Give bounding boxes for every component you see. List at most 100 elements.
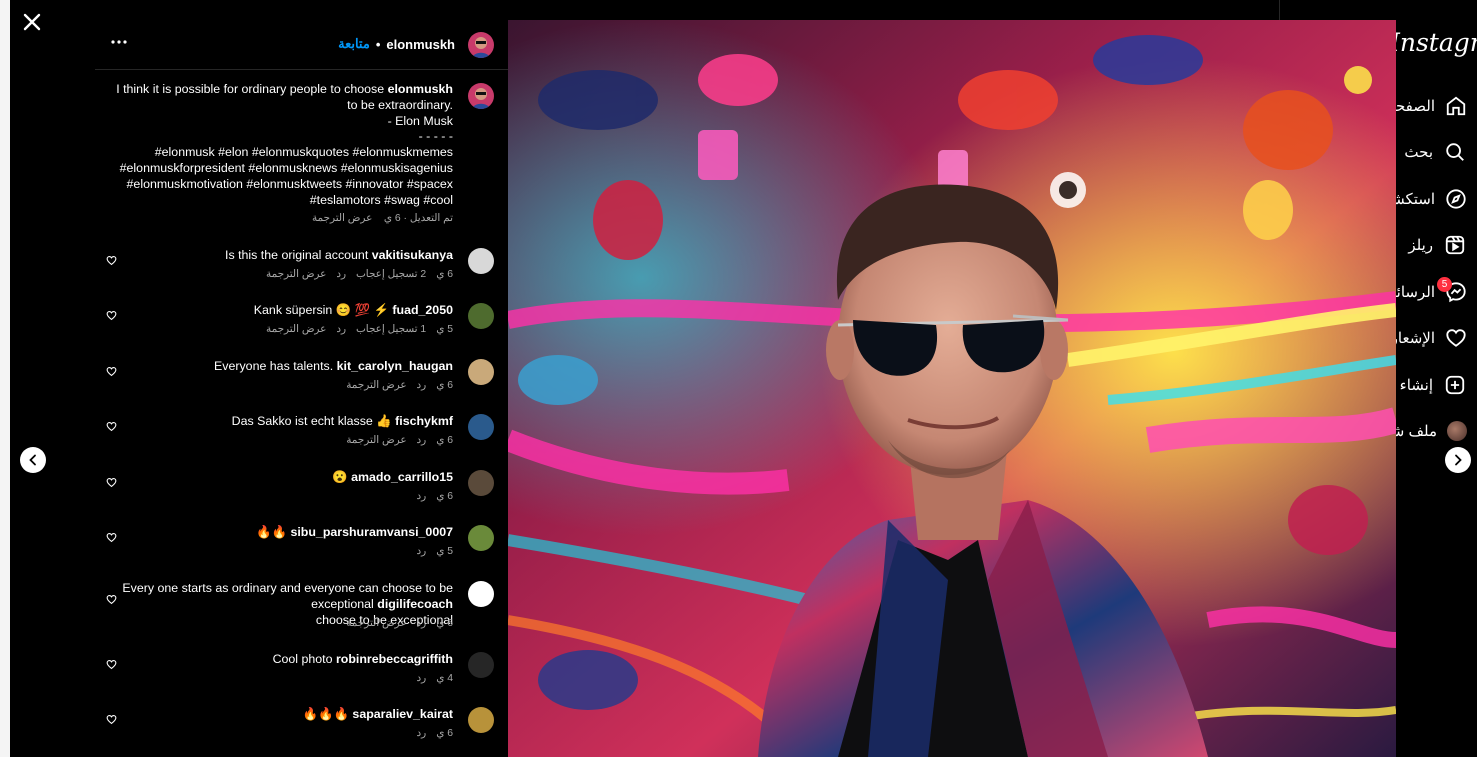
comment-text: 🔥🔥🔥 saparaliev_kairat [303, 707, 453, 723]
commenter-avatar[interactable] [468, 707, 494, 733]
comment-body: Cool photo [272, 652, 333, 666]
instagram-logo[interactable]: Instagram [1390, 28, 1477, 57]
commenter-username[interactable]: fuad_2050 [392, 303, 453, 317]
nav-profile[interactable]: ملف شخصي [1357, 416, 1467, 446]
commenter-username[interactable]: vakitisukanya [372, 248, 453, 262]
commenter-avatar[interactable] [468, 525, 494, 551]
close-icon [23, 13, 41, 31]
like-comment-button[interactable] [105, 254, 117, 266]
reply-button[interactable]: رد [336, 323, 346, 335]
comment-body: Everyone has talents. [214, 359, 334, 373]
nav-reels-label: ريلز [1408, 237, 1433, 254]
heart-icon [1445, 326, 1467, 350]
commenter-avatar[interactable] [468, 414, 494, 440]
post-author-username[interactable]: elonmuskh [386, 37, 455, 52]
commenter-avatar[interactable] [468, 581, 494, 607]
nav-home[interactable]: الصفحة الرئيسية [1332, 91, 1467, 121]
commenter-username[interactable]: amado_carrillo15 [351, 470, 453, 484]
like-comment-button[interactable] [105, 476, 117, 488]
reply-button[interactable]: رد [417, 727, 427, 739]
nav-messages[interactable]: الرسائل [1385, 277, 1467, 307]
comment-text: Is this the original account vakitisukan… [225, 248, 453, 264]
nav-create[interactable]: إنشاء [1397, 370, 1467, 400]
see-translation-button[interactable]: عرض الترجمة [346, 617, 406, 629]
commenter-username[interactable]: fischykmf [395, 414, 453, 428]
caption-username[interactable]: elonmuskh [388, 82, 453, 96]
caption-line: - - - - - [418, 129, 453, 144]
caption-avatar[interactable] [468, 83, 494, 109]
like-comment-button[interactable] [105, 309, 117, 321]
like-comment-button[interactable] [105, 420, 117, 432]
close-button[interactable] [20, 10, 44, 34]
home-icon [1445, 94, 1467, 118]
comment-meta: 6 ي رد [417, 727, 453, 739]
comment-time: 6 ي [436, 268, 453, 280]
reply-button[interactable]: رد [417, 434, 427, 446]
reply-button[interactable]: رد [417, 545, 427, 557]
see-translation-button[interactable]: عرض الترجمة [346, 379, 406, 391]
reply-button[interactable]: رد [417, 379, 427, 391]
comment-meta: 6 ي رد عرض الترجمة [346, 379, 453, 391]
separator-dot: • [375, 36, 381, 52]
heart-icon [106, 532, 116, 542]
see-translation-button[interactable]: عرض الترجمة [346, 434, 406, 446]
reply-button[interactable]: رد [417, 672, 427, 684]
caption-hashtags[interactable]: #teslamotors #swag #cool [113, 193, 453, 209]
commenter-avatar[interactable] [468, 359, 494, 385]
comment-time: 6 ي [436, 617, 453, 629]
post-author-avatar[interactable] [468, 32, 494, 58]
previous-post-button[interactable] [20, 447, 46, 473]
comment-time: 6 ي [436, 490, 453, 502]
more-options-button[interactable] [109, 32, 129, 52]
nav-explore[interactable]: استكشاف [1372, 184, 1467, 214]
top-bar [10, 0, 1477, 20]
comment-time: 5 ي [436, 323, 453, 335]
commenter-username[interactable]: digilifecoach [377, 597, 453, 611]
likes-count[interactable]: 2 تسجيل إعجاب [356, 268, 426, 280]
reply-button[interactable]: رد [417, 617, 427, 629]
next-post-button[interactable] [1445, 447, 1471, 473]
nav-search[interactable]: بحث [1397, 137, 1467, 167]
nav-notifications[interactable]: الإشعارات [1372, 323, 1467, 353]
commenter-username[interactable]: kit_carolyn_haugan [337, 359, 453, 373]
commenter-avatar[interactable] [468, 248, 494, 274]
caption-hashtags[interactable]: #elonmusk #elon #elonmuskquotes #elonmus… [113, 145, 453, 161]
post-image [508, 20, 1396, 757]
caption-meta[interactable]: تم التعديل · 6 ي عرض الترجمة [312, 212, 453, 224]
comment-time: 5 ي [436, 545, 453, 557]
like-comment-button[interactable] [105, 593, 117, 605]
comment-text: 😮 amado_carrillo15 [332, 470, 453, 486]
heart-icon [106, 310, 116, 320]
likes-count[interactable]: 1 تسجيل إعجاب [356, 323, 426, 335]
messages-badge: 5 [1437, 277, 1452, 292]
commenter-avatar[interactable] [468, 303, 494, 329]
like-comment-button[interactable] [105, 658, 117, 670]
commenter-avatar[interactable] [468, 470, 494, 496]
caption-hashtags[interactable]: #elonmuskforpresident #elonmusknews #elo… [113, 161, 453, 177]
nav-reels[interactable]: ريلز [1397, 230, 1467, 260]
comment-body: 🔥🔥🔥 [302, 707, 349, 721]
comment-body: Das Sakko ist echt klasse 👍 [231, 414, 392, 428]
see-translation-button[interactable]: عرض الترجمة [266, 268, 326, 280]
like-comment-button[interactable] [105, 531, 117, 543]
caption-hashtags[interactable]: #elonmuskmotivation #elonmusktweets #inn… [113, 177, 453, 193]
reply-button[interactable]: رد [336, 268, 346, 280]
comment-text: Cool photo robinrebeccagriffith [273, 652, 453, 668]
heart-icon [106, 366, 116, 376]
commenter-username[interactable]: robinrebeccagriffith [336, 652, 453, 666]
follow-button[interactable]: متابعة [338, 36, 370, 52]
comment-text: Everyone has talents. kit_carolyn_haugan [214, 359, 453, 375]
caption-text: I think it is possible for ordinary peop… [113, 82, 453, 208]
like-comment-button[interactable] [105, 365, 117, 377]
commenter-avatar[interactable] [468, 652, 494, 678]
heart-icon [106, 714, 116, 724]
commenter-username[interactable]: sibu_parshuramvansi_0007 [290, 525, 453, 539]
commenter-username[interactable]: saparaliev_kairat [352, 707, 453, 721]
like-comment-button[interactable] [105, 713, 117, 725]
caption-line: I think it is possible for ordinary peop… [116, 82, 385, 96]
caption-line: - Elon Musk [387, 113, 453, 128]
comment-time: 6 ي [436, 379, 453, 391]
reply-button[interactable]: رد [417, 490, 427, 502]
comment-body: 😮 [332, 470, 348, 484]
see-translation-button[interactable]: عرض الترجمة [266, 323, 326, 335]
